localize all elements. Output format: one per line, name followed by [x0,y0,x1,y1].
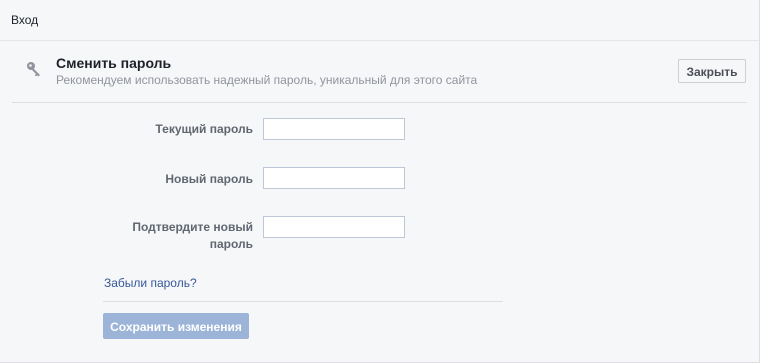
current-password-label: Текущий пароль [155,122,253,136]
new-password-input[interactable] [263,167,405,189]
close-button[interactable]: Закрыть [678,59,746,83]
form-divider [103,301,503,302]
confirm-password-label-line1: Подтвердите новый [132,220,253,234]
save-changes-button[interactable]: Сохранить изменения [103,313,249,339]
settings-panel: Вход Сменить пароль Рекомендуем использо… [0,0,760,363]
section-title: Сменить пароль [56,55,172,71]
current-password-input[interactable] [263,118,405,140]
forgot-password-link[interactable]: Забыли пароль? [104,276,197,290]
panel-header-title: Вход [11,13,39,27]
new-password-label: Новый пароль [165,172,253,186]
section-description: Рекомендуем использовать надежный пароль… [56,73,478,87]
section-divider [12,102,747,103]
confirm-password-input[interactable] [263,216,405,238]
confirm-password-label-line2: пароль [209,237,253,251]
confirm-password-label: Подтвердите новый пароль [0,219,253,253]
key-icon [25,60,45,80]
panel-header: Вход [0,0,759,41]
